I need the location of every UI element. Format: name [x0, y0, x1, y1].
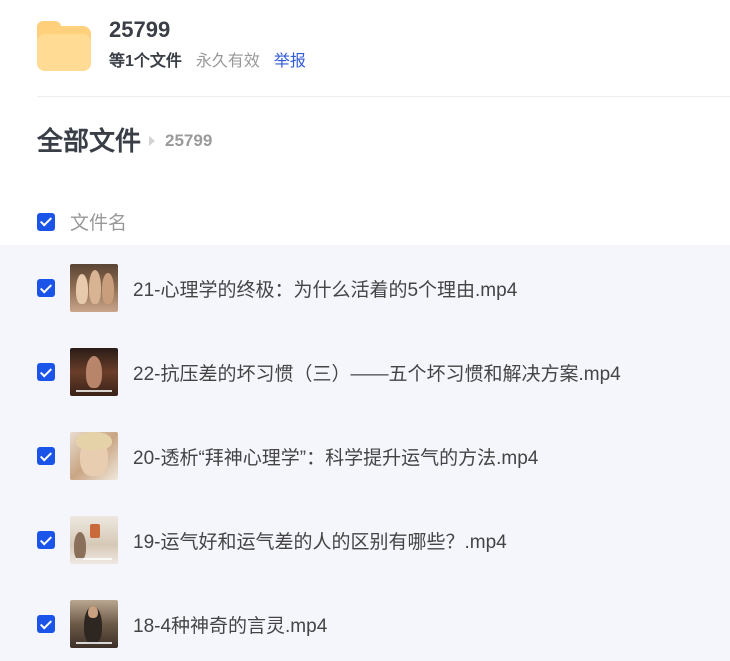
share-info: 25799 等1个文件 永久有效 举报 — [109, 16, 306, 72]
file-row[interactable]: 19-运气好和运气差的人的区别有哪些？.mp4 — [37, 516, 507, 564]
share-header: 25799 等1个文件 永久有效 举报 — [37, 16, 306, 76]
select-all-checkbox[interactable] — [37, 212, 55, 231]
file-checkbox[interactable] — [37, 363, 55, 381]
file-name[interactable]: 21-心理学的终极：为什么活着的5个理由.mp4 — [133, 275, 517, 302]
file-row[interactable]: 20-透析“拜神心理学”：科学提升运气的方法.mp4 — [37, 432, 538, 480]
file-name[interactable]: 19-运气好和运气差的人的区别有哪些？.mp4 — [133, 527, 507, 554]
file-list: 21-心理学的终极：为什么活着的5个理由.mp4 22-抗压差的坏习惯（三）——… — [0, 245, 730, 661]
breadcrumb-separator-icon — [149, 136, 156, 146]
folder-icon — [37, 19, 91, 73]
file-name[interactable]: 22-抗压差的坏习惯（三）——五个坏习惯和解决方案.mp4 — [133, 359, 621, 386]
share-meta: 等1个文件 永久有效 举报 — [109, 52, 306, 72]
file-row[interactable]: 18-4种神奇的言灵.mp4 — [37, 600, 327, 648]
file-row[interactable]: 21-心理学的终极：为什么活着的5个理由.mp4 — [37, 264, 517, 312]
report-link[interactable]: 举报 — [274, 52, 306, 72]
video-thumbnail — [70, 348, 118, 396]
video-thumbnail — [70, 264, 118, 312]
share-title: 25799 — [109, 17, 171, 42]
column-header-filename: 文件名 — [70, 213, 128, 234]
file-count: 等1个文件 — [109, 53, 182, 70]
breadcrumb-root[interactable]: 全部文件 — [37, 124, 141, 158]
file-row[interactable]: 22-抗压差的坏习惯（三）——五个坏习惯和解决方案.mp4 — [37, 348, 621, 396]
breadcrumb: 全部文件 25799 — [37, 124, 212, 158]
file-name[interactable]: 20-透析“拜神心理学”：科学提升运气的方法.mp4 — [133, 443, 538, 470]
file-checkbox[interactable] — [37, 447, 55, 465]
list-header: 文件名 — [37, 208, 127, 235]
validity-label: 永久有效 — [195, 53, 260, 70]
video-thumbnail — [70, 432, 118, 480]
breadcrumb-current: 25799 — [165, 131, 213, 150]
file-checkbox[interactable] — [37, 279, 55, 297]
video-thumbnail — [70, 600, 118, 648]
file-checkbox[interactable] — [37, 531, 55, 549]
file-checkbox[interactable] — [37, 615, 55, 633]
file-name[interactable]: 18-4种神奇的言灵.mp4 — [133, 611, 327, 638]
video-thumbnail — [70, 516, 118, 564]
header-divider — [37, 96, 730, 97]
